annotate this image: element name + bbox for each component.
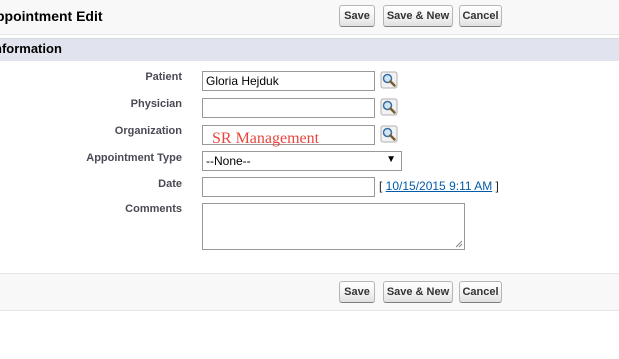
- save-new-button-top[interactable]: Save & New: [383, 5, 453, 27]
- cancel-button-top[interactable]: Cancel: [459, 5, 502, 27]
- date-input[interactable]: [202, 177, 375, 197]
- section-title: nformation: [0, 41, 62, 56]
- organization-overlay-text: SR Management: [212, 130, 320, 147]
- save-new-button-bottom[interactable]: Save & New: [383, 281, 453, 303]
- appointment-type-select[interactable]: --None-- ▼: [202, 151, 402, 171]
- cancel-button-bottom[interactable]: Cancel: [459, 281, 502, 303]
- page-title: ppointment Edit: [0, 8, 103, 24]
- physician-label: Physician: [130, 98, 182, 110]
- organization-label: Organization: [114, 125, 182, 137]
- date-default-link-wrap: [ 10/15/2015 9:11 AM ]: [379, 179, 499, 193]
- save-button-bottom[interactable]: Save: [339, 281, 375, 303]
- organization-lookup-icon[interactable]: [380, 125, 398, 143]
- date-label: Date: [158, 178, 182, 190]
- bottom-button-bar: [0, 273, 619, 311]
- comments-wrap: [202, 203, 465, 250]
- patient-input[interactable]: [202, 71, 375, 91]
- section-header: [0, 38, 619, 61]
- date-default-suffix: ]: [492, 179, 499, 193]
- appointment-type-selected: --None--: [206, 154, 251, 168]
- patient-label: Patient: [145, 71, 182, 83]
- comments-textarea[interactable]: [202, 203, 465, 250]
- physician-input[interactable]: [202, 98, 375, 118]
- appointment-type-label: Appointment Type: [86, 152, 182, 164]
- save-button-top[interactable]: Save: [339, 5, 375, 27]
- date-default-link[interactable]: 10/15/2015 9:11 AM: [386, 179, 493, 193]
- date-default-prefix: [: [379, 179, 386, 193]
- comments-label: Comments: [125, 203, 182, 215]
- patient-lookup-icon[interactable]: [380, 71, 398, 89]
- chevron-down-icon: ▼: [386, 154, 396, 165]
- physician-lookup-icon[interactable]: [380, 98, 398, 116]
- resize-grip-icon[interactable]: [455, 240, 463, 248]
